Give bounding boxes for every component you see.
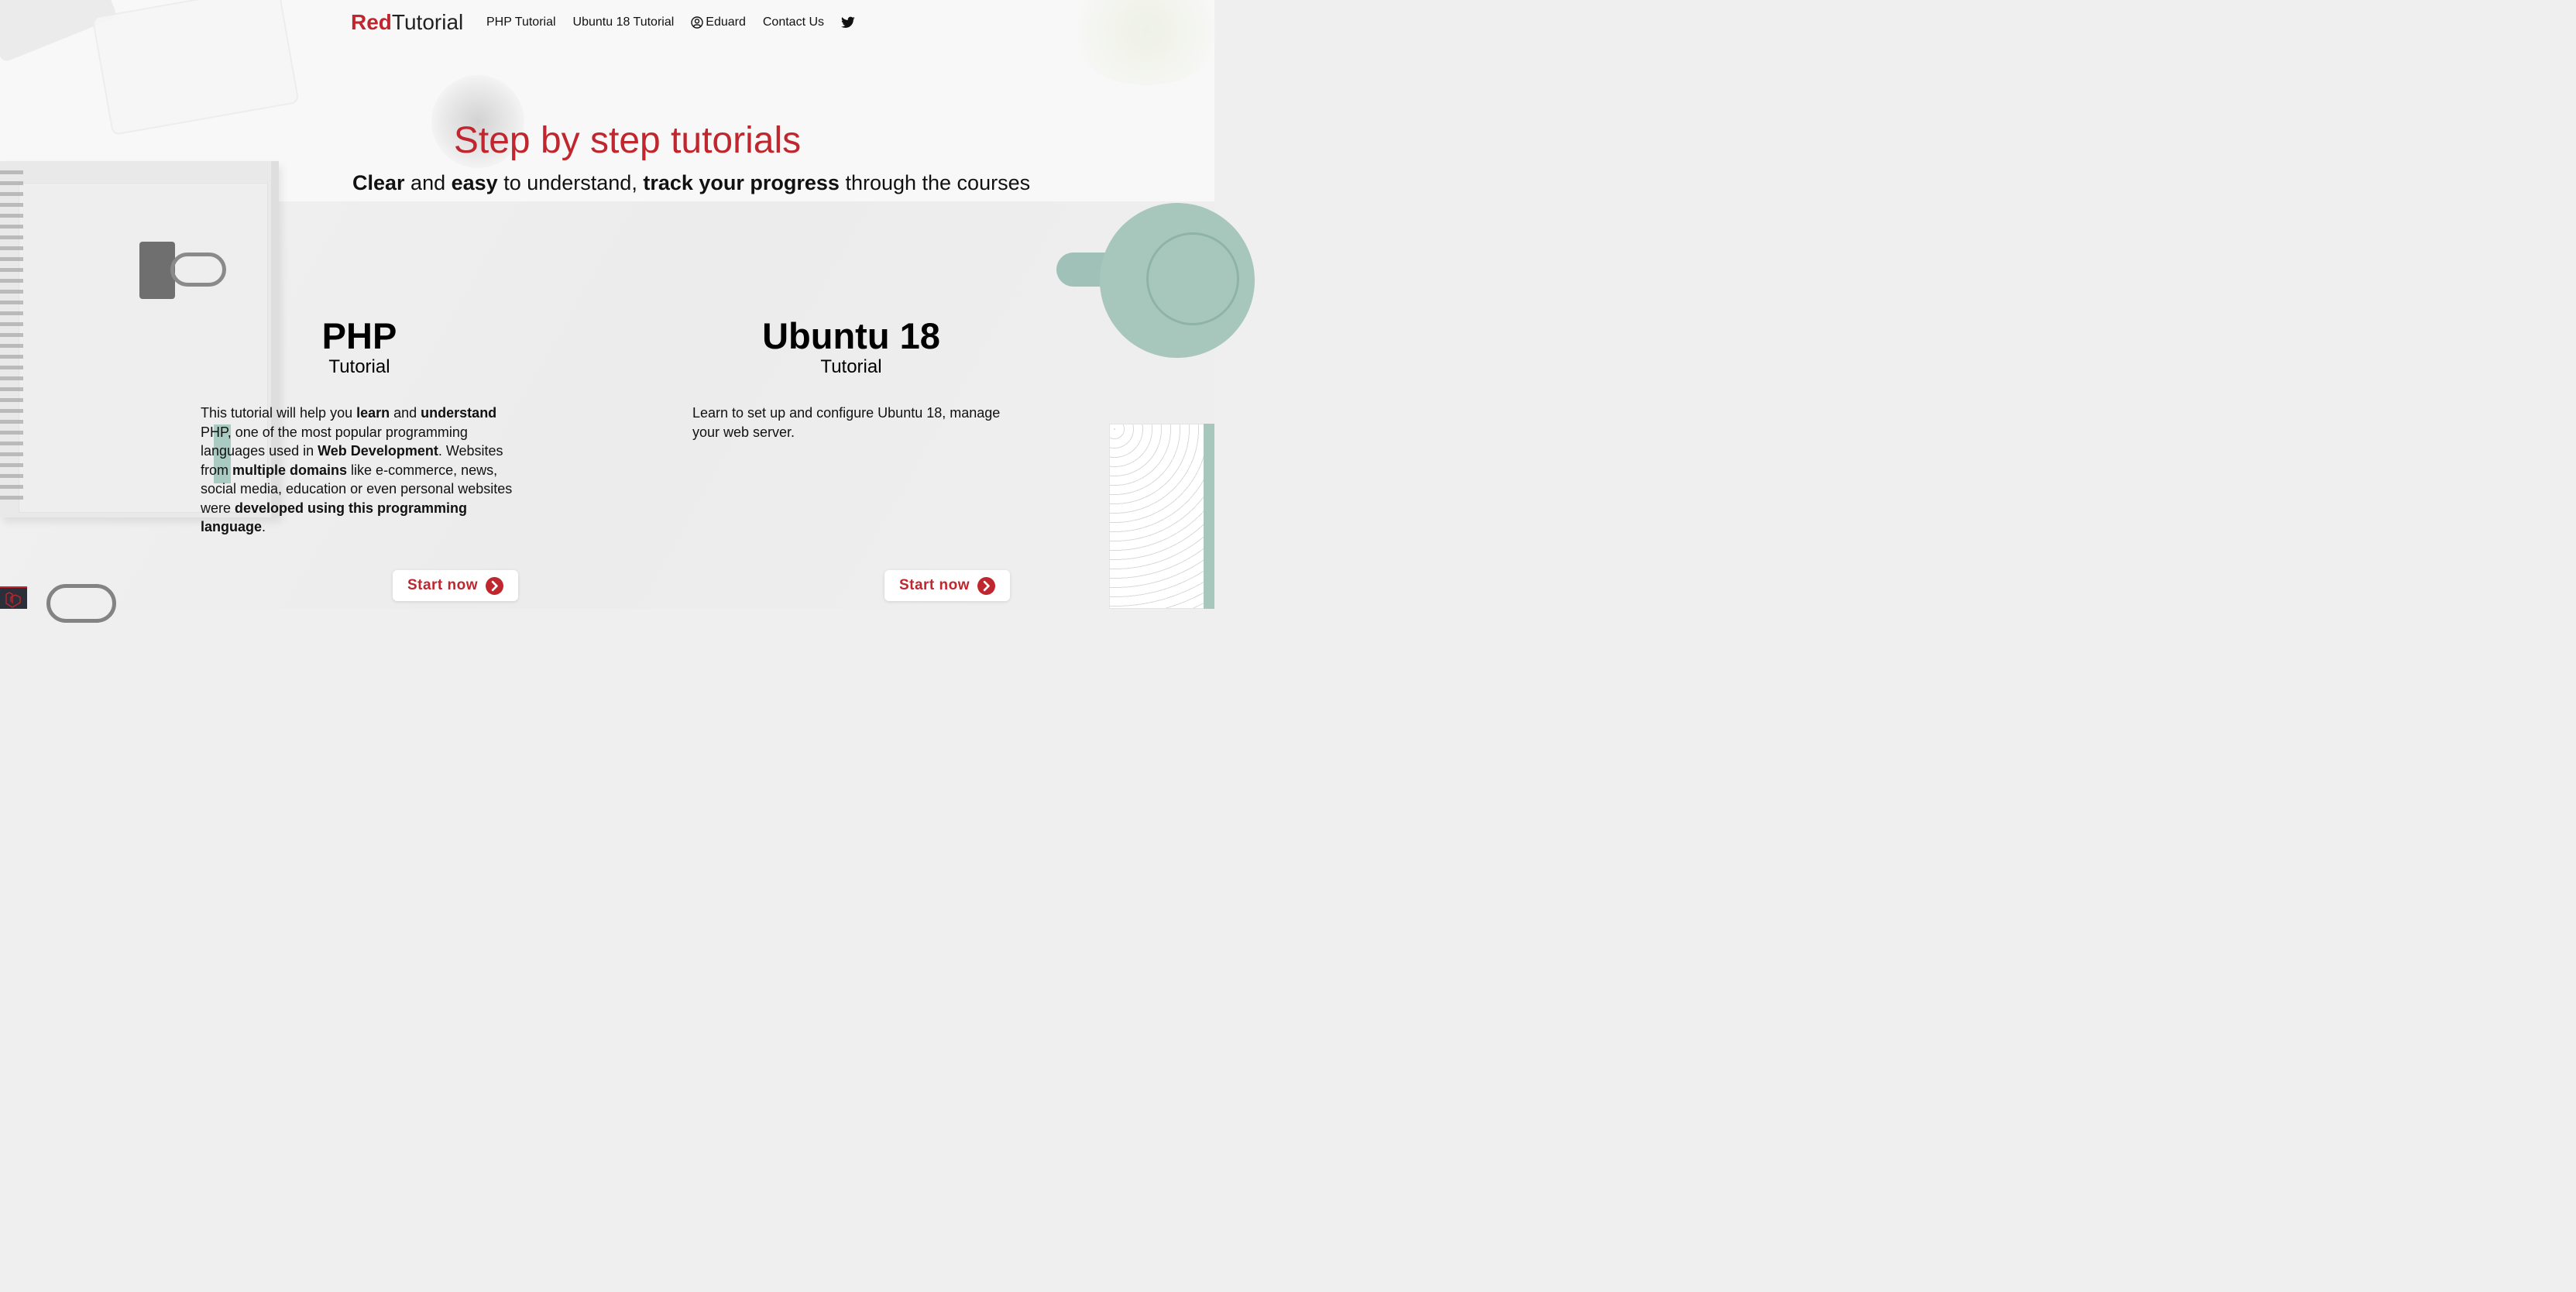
binder-clip-loop-decoration xyxy=(170,253,226,287)
hero-sub-track: track your progress xyxy=(643,171,840,194)
user-circle-icon xyxy=(691,16,703,29)
desc-text: This tutorial will help you xyxy=(201,405,357,421)
start-button-label: Start now xyxy=(407,577,479,593)
desc-bold: multiple domains xyxy=(232,462,348,478)
user-name: Eduard xyxy=(706,15,746,29)
nav-link-user[interactable]: Eduard xyxy=(691,15,746,29)
php-start-button[interactable]: Start now xyxy=(393,570,518,601)
ubuntu-card-subtitle: Tutorial xyxy=(820,356,882,377)
desc-bold: learn xyxy=(356,405,390,421)
desc-text: Learn to set up and configure Ubuntu 18,… xyxy=(692,405,1001,440)
desc-text: . xyxy=(262,519,266,534)
hero-sub-clear: Clear xyxy=(352,171,405,194)
php-card-title: PHP xyxy=(321,315,397,356)
laravel-icon xyxy=(5,592,21,608)
twitter-icon xyxy=(841,16,855,28)
notebook-rings-decoration xyxy=(0,170,23,503)
laravel-debug-badge[interactable] xyxy=(0,586,27,609)
desc-bold: Web Development xyxy=(318,443,438,459)
paper-clip-decoration xyxy=(46,584,116,623)
hero-title: Step by step tutorials xyxy=(453,120,802,161)
php-card-description: This tutorial will help you learn and un… xyxy=(201,404,520,537)
hero-sub-text: and xyxy=(404,171,452,194)
brand-logo[interactable]: RedTutorial xyxy=(351,9,463,36)
hero-subtitle: Clear and easy to understand, track your… xyxy=(352,170,1030,196)
desc-bold: developed using this programming languag… xyxy=(201,500,468,535)
dotted-paper-decoration xyxy=(1109,424,1214,609)
ubuntu-card-description: Learn to set up and configure Ubuntu 18,… xyxy=(692,404,1012,442)
desc-bold: understand xyxy=(421,405,497,421)
php-card-subtitle: Tutorial xyxy=(328,356,390,377)
nav-link-php-tutorial[interactable]: PHP Tutorial xyxy=(486,15,556,29)
twitter-link[interactable] xyxy=(841,16,855,29)
desc-text: and xyxy=(390,405,421,421)
hero-sub-easy: easy xyxy=(451,171,498,194)
navbar: RedTutorial PHP Tutorial Ubuntu 18 Tutor… xyxy=(0,0,1214,45)
nav-links: PHP Tutorial Ubuntu 18 Tutorial Eduard C… xyxy=(486,13,872,32)
start-button-label: Start now xyxy=(898,577,970,593)
paper-edge-decoration xyxy=(1204,424,1214,609)
brand-text-part: Tutorial xyxy=(391,10,464,34)
hero-sub-text: through the courses xyxy=(839,171,1031,194)
hero-sub-text: to understand, xyxy=(497,171,644,194)
ubuntu-start-button[interactable]: Start now xyxy=(884,570,1010,601)
arrow-right-circle-icon xyxy=(977,576,996,595)
nav-link-ubuntu-tutorial[interactable]: Ubuntu 18 Tutorial xyxy=(573,15,675,29)
arrow-right-circle-icon xyxy=(486,576,504,595)
teapot-lid-decoration xyxy=(1146,232,1239,325)
nav-link-contact[interactable]: Contact Us xyxy=(763,15,824,29)
brand-red-part: Red xyxy=(351,10,392,34)
ubuntu-card-title: Ubuntu 18 xyxy=(762,315,940,356)
